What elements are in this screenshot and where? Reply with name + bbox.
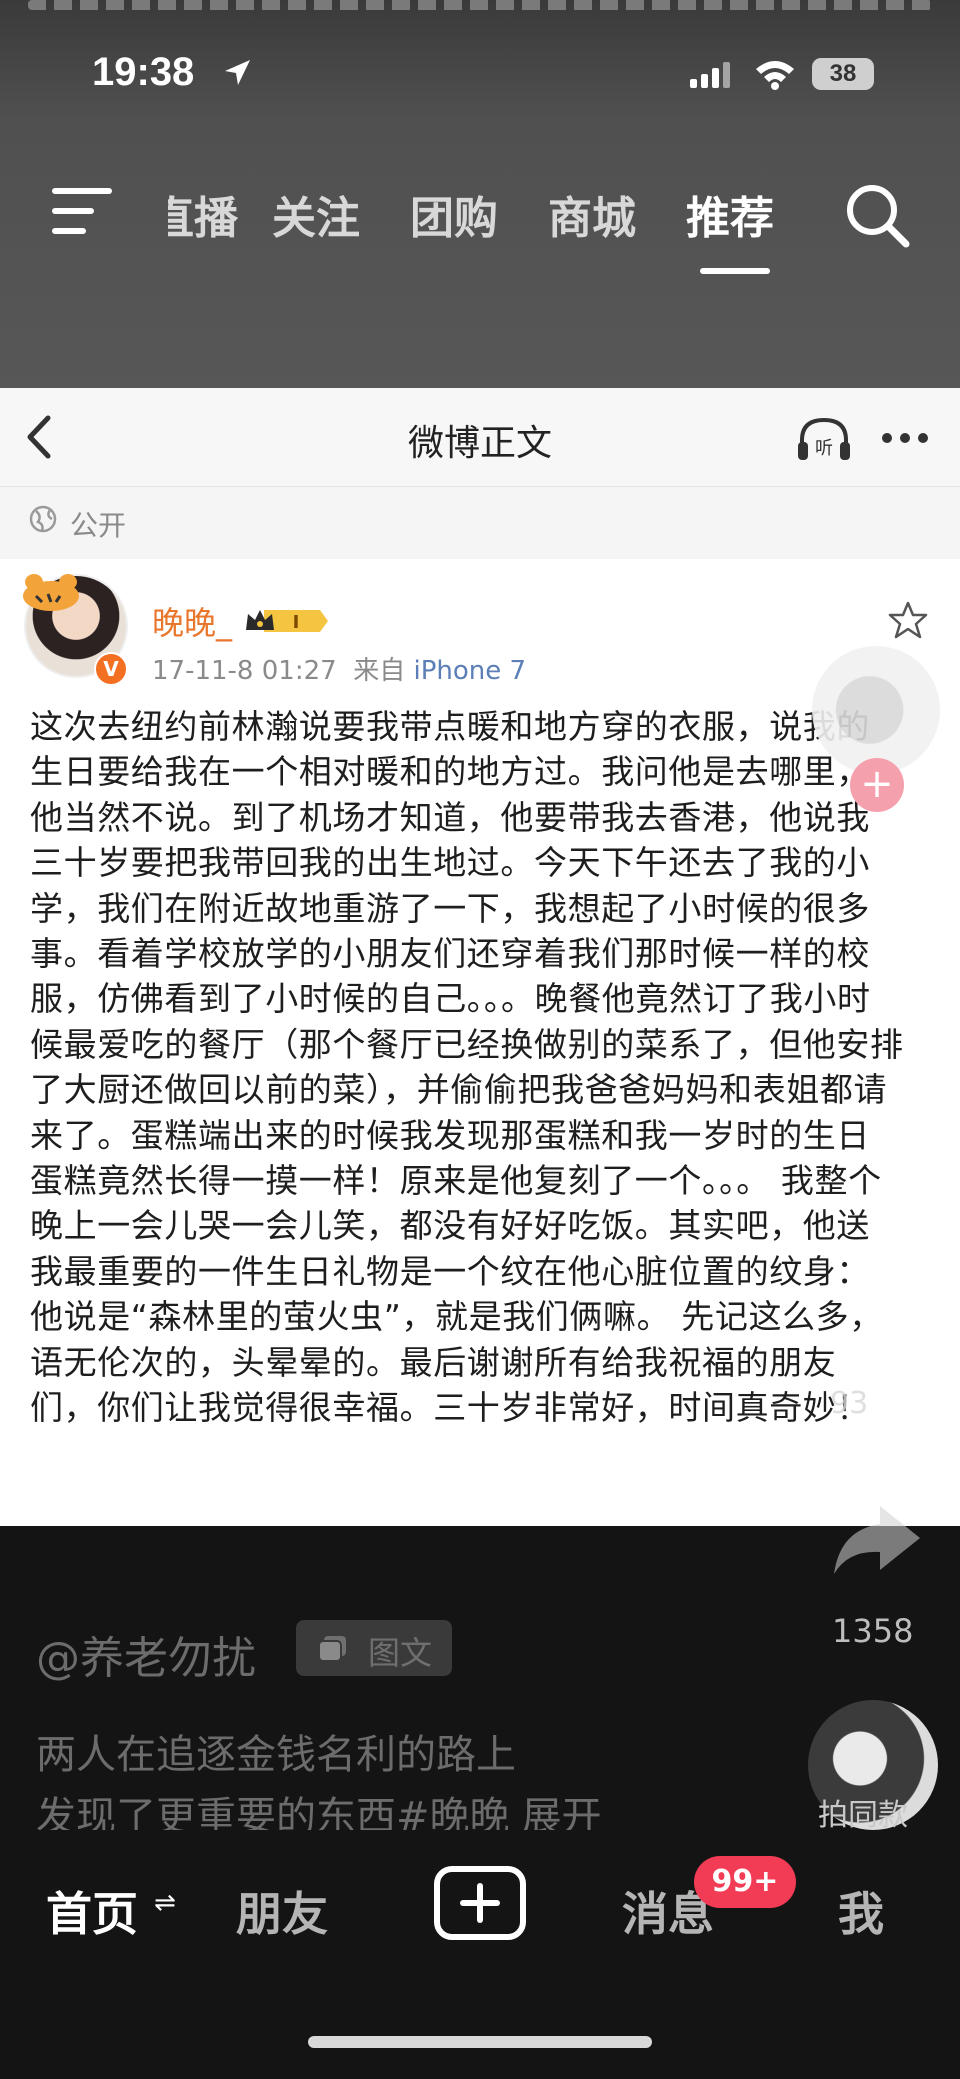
follow-button[interactable]: + <box>850 758 904 812</box>
menu-icon[interactable] <box>52 186 114 236</box>
post-body-line: 服，仿佛看到了小时候的自己。。。晚餐他竟然订了我小时 <box>30 979 871 1019</box>
tab-friends[interactable]: 朋友 <box>236 1878 328 1944</box>
post-body-line: 来了。蛋糕端出来的时候我发现那蛋糕和我一岁时的生日 <box>30 1115 870 1155</box>
post-type-label: 图文 <box>368 1634 433 1672</box>
home-indicator <box>308 2036 652 2048</box>
post-body-line: 晚上一会儿哭一会儿笑，都没有好好吃饭。其实吧，他送 <box>30 1206 870 1246</box>
post-source-prefix: 来自 <box>353 656 406 686</box>
tab-mall[interactable]: 商城 <box>548 182 636 246</box>
post-body-line: 事。看着学校放学的小朋友们还穿着我们那时候一样的校 <box>30 934 870 974</box>
star-icon[interactable] <box>888 600 928 640</box>
post-body-line: 候最爱吃的餐厅（那个餐厅已经换做别的菜系了，但他安排 <box>30 1024 904 1064</box>
plus-icon <box>460 1883 500 1923</box>
tiger-hat-decoration-icon <box>23 574 79 611</box>
visibility-row <box>0 487 960 559</box>
more-icon[interactable] <box>880 430 930 446</box>
status-time: 19:38 <box>92 50 195 94</box>
creator-avatar[interactable] <box>812 646 940 774</box>
author-name[interactable]: 晚晚_ <box>152 598 232 644</box>
post-body-line: 我最重要的一件生日礼物是一个纹在他心脏位置的纹身： <box>30 1251 870 1291</box>
search-icon[interactable] <box>842 180 912 250</box>
post-body-line: 他说是“森林里的萤火虫”，就是我们俩嘛。 先记这么多， <box>30 1297 883 1337</box>
tab-recommended[interactable]: 推荐 <box>686 182 774 246</box>
add-post-button[interactable] <box>434 1866 526 1940</box>
post-meta: 17-11-8 01:27 来自 iPhone 7 <box>152 650 526 687</box>
post-body-line: 语无伦次的，头晕晕的。最后谢谢所有给我祝福的朋友 <box>30 1342 837 1382</box>
messages-unread-badge: 99+ <box>694 1856 796 1908</box>
like-count: 93 <box>830 1386 869 1421</box>
svg-text:听: 听 <box>815 438 833 459</box>
post-body-line: 蛋糕竟然长得一摸一样！原来是他复刻了一个。。。 我整个 <box>30 1161 882 1201</box>
verified-badge-icon: V <box>94 652 128 686</box>
music-label[interactable]: 拍同款 <box>818 1790 908 1834</box>
cellular-signal-icon <box>690 62 730 88</box>
vip-level-label: I <box>293 612 300 633</box>
post-body-line: 这次去纽约前林瀚说要我带点暖和地方穿的衣服，说我的 <box>30 707 870 746</box>
tab-group-buy[interactable]: 团购 <box>410 182 498 246</box>
switch-arrows-icon[interactable]: ⇌ <box>154 1888 176 1918</box>
location-arrow-icon <box>225 60 250 85</box>
active-tab-indicator <box>700 268 770 274</box>
tab-me[interactable]: 我 <box>838 1878 884 1944</box>
share-icon[interactable] <box>828 1500 924 1580</box>
battery-indicator: 38 <box>812 58 874 90</box>
post-date: 17-11-8 01:27 <box>152 656 337 686</box>
post-body-line: 学，我们在附近故地重游了一下，我想起了小时候的很多 <box>30 888 870 928</box>
tab-following[interactable]: 关注 <box>272 182 360 246</box>
post-source[interactable]: iPhone 7 <box>413 656 526 686</box>
video-author-handle[interactable]: @养老勿扰 <box>36 1622 256 1686</box>
post-body-line: 他当然不说。到了机场才知道，他要带我去香港，他说我 <box>30 797 870 837</box>
post-body-line: 生日要给我在一个相对暖和的地方过。我问他是去哪里， <box>30 752 870 792</box>
wifi-icon <box>756 61 794 90</box>
story-progress-bar <box>28 0 932 10</box>
listen-icon[interactable]: 听 <box>796 414 852 464</box>
post-body: 这次去纽约前林瀚说要我带点暖和地方穿的衣服，说我的 生日要给我在一个相对暖和的地方… <box>30 704 930 1431</box>
globe-icon <box>29 505 57 533</box>
share-count: 1358 <box>832 1612 914 1650</box>
visibility-label: 公开 <box>70 509 127 542</box>
post-body-line: 们，你们让我觉得很幸福。三十岁非常好，时间真奇妙！ <box>30 1388 870 1428</box>
post-body-line: 三十岁要把我带回我的出生地过。今天下午还去了我的小 <box>30 843 870 883</box>
video-description-line: 两人在追逐金钱名利的路上 <box>36 1732 516 1778</box>
tab-home[interactable]: 首页 <box>46 1878 138 1944</box>
vip-crown-badge-icon[interactable]: I <box>244 606 328 636</box>
post-body-line: 了大厨还做回以前的菜），并偷偷把我爸爸妈妈和表姐都请 <box>30 1070 888 1110</box>
image-text-icon <box>318 1636 346 1662</box>
